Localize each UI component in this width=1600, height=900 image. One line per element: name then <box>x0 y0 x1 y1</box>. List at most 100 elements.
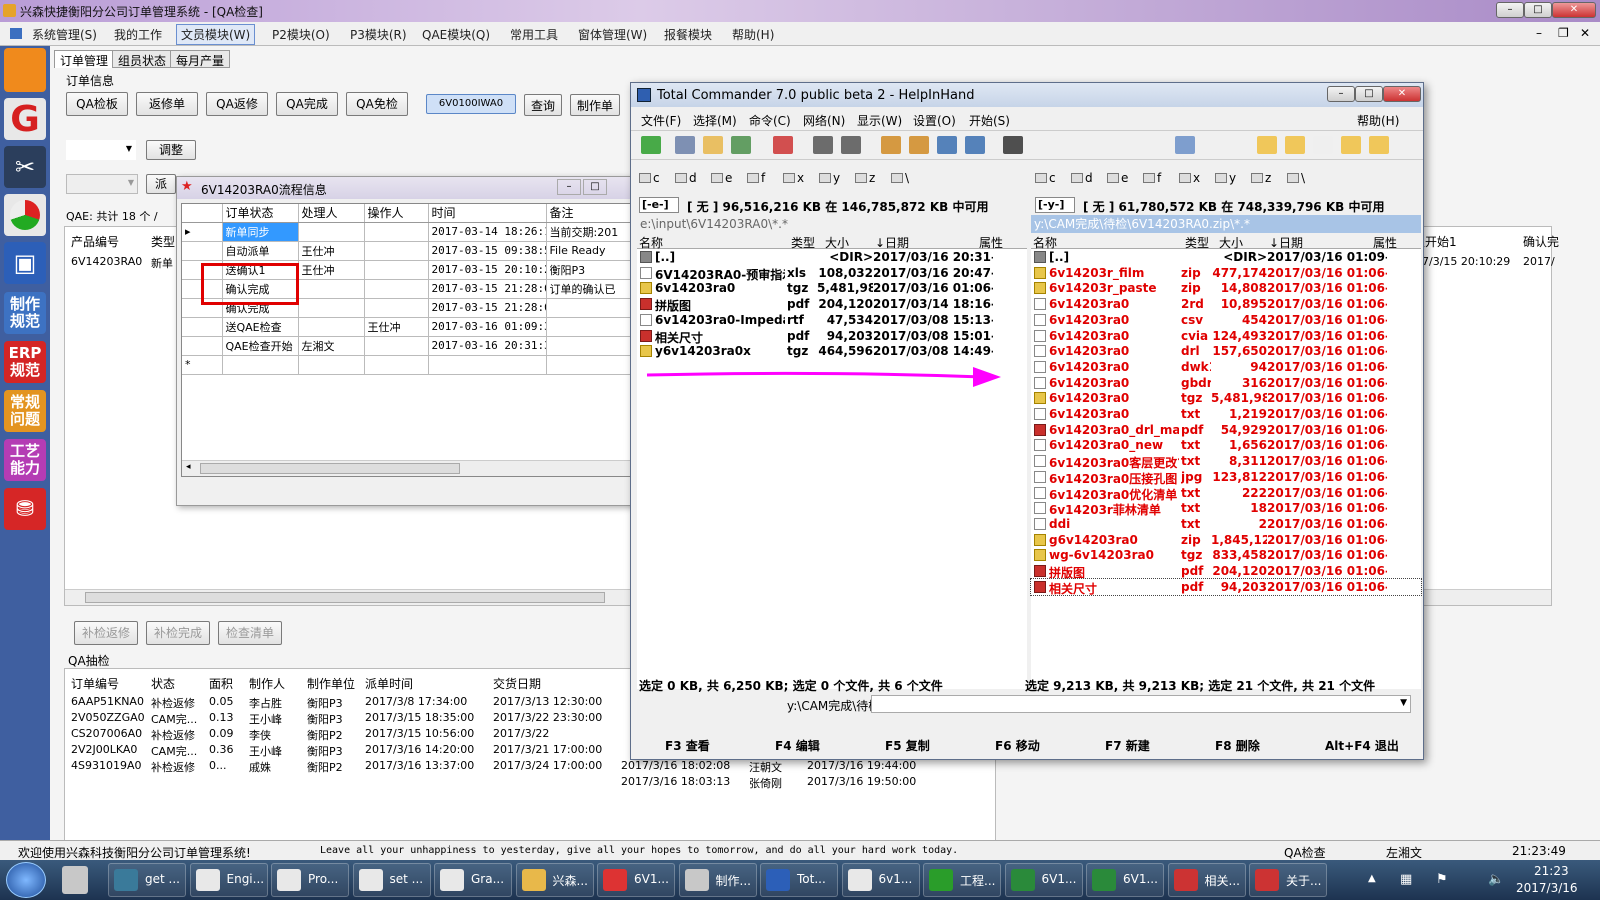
left-file-row[interactable]: 6v14203ra0-Impedanc..rtf 47,5342017/03/08… <box>637 312 1027 328</box>
taskbar-item-5[interactable]: 兴森... <box>515 863 594 897</box>
right-drive-y[interactable]: y <box>1229 171 1236 185</box>
flow-cell[interactable] <box>298 298 365 318</box>
product-no-value[interactable]: 6V14203RA0 <box>71 255 142 268</box>
right-file-row[interactable]: 6v14203ra0压接孔图 jpg 123,812 2017/03/16 01:06… <box>1031 469 1421 486</box>
right-file-row[interactable]: 6v14203r_film zip 477,1742017/03/16 01:06-… <box>1031 265 1421 281</box>
left-path[interactable]: e:\input\6V14203RA0\*.* <box>637 215 1027 233</box>
right-drive-d[interactable]: d <box>1085 171 1093 185</box>
qa-exempt-button[interactable]: QA免检 <box>346 92 408 116</box>
flow-cell[interactable]: QAE检查开始 <box>222 336 299 356</box>
menu-item-0[interactable]: 系统管理(S) <box>28 26 101 43</box>
flow-cell[interactable]: 2017-03-16 01:09:39 <box>428 317 547 337</box>
flow-cell[interactable]: 王仕冲 <box>298 241 365 261</box>
qa-cell[interactable]: 衡阳P3 <box>307 695 343 711</box>
taskbar-item-7[interactable]: 制作... <box>678 863 757 897</box>
qa-cell[interactable]: 4S931019A0 <box>71 759 142 772</box>
qa-cell[interactable]: 2017/3/21 17:00:00 <box>493 743 602 756</box>
flow-cell[interactable] <box>364 260 429 280</box>
qa-cell[interactable]: CS207006A0 <box>71 727 142 740</box>
flow-cell[interactable] <box>364 298 429 318</box>
left-file-row[interactable]: 相关尺寸pdf94,2032017/03/08 15:01-a- <box>637 328 1027 345</box>
flow-cell[interactable]: 自动派单 <box>222 241 299 261</box>
right-file-row[interactable]: 6v14203r_paste zip 14,8082017/03/16 01:06-… <box>1031 280 1421 296</box>
flow-cell[interactable]: 2017-03-15 09:38:54 <box>428 241 547 261</box>
filter-dropdown-2[interactable]: ▼ <box>66 174 138 194</box>
adjust-button[interactable]: 调整 <box>146 140 196 160</box>
menu-item-2[interactable]: 文员模块(W) <box>176 24 256 45</box>
flow-cell[interactable]: 2017-03-16 20:31:39 <box>428 336 547 356</box>
qa-cell[interactable]: 0.09 <box>209 727 234 740</box>
right-file-row[interactable]: 6v14203ra0客层更改?.. txt 8,311 2017/03/16 01:0… <box>1031 453 1421 470</box>
notepad-icon[interactable] <box>1175 136 1195 154</box>
qa-cell[interactable]: 0... <box>209 759 227 772</box>
taskbar-item-14[interactable]: 关于... <box>1249 863 1327 897</box>
left-file-row[interactable]: 6V14203RA0-预审指示 xls 108,032 2017/03/16 20:4… <box>637 265 1027 282</box>
menu-item-6[interactable]: 常用工具 <box>506 26 562 43</box>
taskbar-item-3[interactable]: set ... <box>352 863 431 897</box>
folder4-icon[interactable] <box>1369 136 1389 154</box>
ftp-icon[interactable] <box>937 136 957 154</box>
tc-menu-7[interactable]: 帮助(H) <box>1357 112 1399 129</box>
fkey-5[interactable]: F8 删除 <box>1215 737 1260 754</box>
right-path[interactable]: y:\CAM完成\待检\6V14203RA0.zip\*.* <box>1031 215 1421 233</box>
filter-icon[interactable] <box>773 136 793 154</box>
qa-complete-button[interactable]: QA完成 <box>276 92 338 116</box>
right-drive-e[interactable]: e <box>1121 171 1128 185</box>
qa-cell[interactable]: 6AAP51KNA0 <box>71 695 144 708</box>
tc-close-button[interactable]: ✕ <box>1383 86 1421 102</box>
right-file-row[interactable]: 6v14203ra0_new txt 1,6562017/03/16 01:06-a… <box>1031 437 1421 453</box>
left-drive-f[interactable]: f <box>761 171 765 185</box>
tc-minimize-button[interactable]: – <box>1327 86 1355 102</box>
qa-rework-button[interactable]: QA返修 <box>206 92 268 116</box>
qa-cell[interactable]: 2017/3/22 <box>493 727 549 740</box>
flow-cell[interactable] <box>364 241 429 261</box>
flow-minimize-icon[interactable]: – <box>557 179 581 195</box>
mdi-close-icon[interactable]: ✕ <box>1580 26 1590 40</box>
flow-maximize-icon[interactable]: □ <box>583 179 607 195</box>
flow-cell[interactable] <box>364 222 429 242</box>
unpack-icon[interactable] <box>909 136 929 154</box>
flow-cell[interactable]: 2017-03-14 18:26:19 <box>428 222 547 242</box>
left-drive-x[interactable]: x <box>797 171 804 185</box>
qa-cell[interactable]: 0.05 <box>209 695 234 708</box>
right-drive-select[interactable]: [-y-] <box>1035 197 1075 213</box>
qa-cell[interactable]: 补检返修 <box>151 695 195 711</box>
menu-item-8[interactable]: 报餐模块 <box>660 26 716 43</box>
flow-empty-cell[interactable] <box>364 355 429 375</box>
tc-menu-3[interactable]: 网络(N) <box>803 112 845 129</box>
brief-view-icon[interactable] <box>675 136 695 154</box>
right-file-row[interactable]: 6v14203ra0 tgz 5,481,9882017/03/16 01:06-a… <box>1031 390 1421 406</box>
left-btn-faq[interactable]: 常规问题 <box>4 390 46 432</box>
flow-empty-cell[interactable] <box>222 355 299 375</box>
qa-cell[interactable]: 2017/3/16 14:20:00 <box>365 743 474 756</box>
quick-tool-icon[interactable] <box>4 48 46 92</box>
close-button[interactable]: ✕ <box>1552 2 1596 18</box>
left-drive-e[interactable]: e <box>725 171 732 185</box>
flow-cell[interactable] <box>298 279 365 299</box>
tc-menu-2[interactable]: 命令(C) <box>749 112 791 129</box>
supplement-complete-button[interactable]: 补检完成 <box>146 621 210 645</box>
tc-menu-1[interactable]: 选择(M) <box>693 112 737 129</box>
left-drive-select[interactable]: [-e-] <box>639 197 679 213</box>
folder2-icon[interactable] <box>1285 136 1305 154</box>
calculator-icon[interactable] <box>62 866 88 894</box>
flow-cell[interactable]: 左湘文 <box>298 336 365 356</box>
flow-empty-cell[interactable] <box>298 355 365 375</box>
qa-cell[interactable]: 2V2J00LKA0 <box>71 743 137 756</box>
confirm-end-value[interactable]: 2017/ <box>1523 255 1555 268</box>
taskbar-item-2[interactable]: Pro... <box>271 863 349 897</box>
product-type-value[interactable]: 新单 <box>151 255 173 271</box>
menu-item-4[interactable]: P3模块(R) <box>346 26 411 43</box>
left-btn-spec[interactable]: 制作规范 <box>4 292 46 334</box>
right-file-row[interactable]: 6v14203ra0 txt 1,2192017/03/16 01:06-a- <box>1031 406 1421 422</box>
right-file-row[interactable]: 6v14203ra0 cvia124,4932017/03/16 01:06-a- <box>1031 328 1421 344</box>
qa-cell[interactable]: 2017/3/15 18:35:00 <box>365 711 474 724</box>
qa-cell[interactable]: 王小峰 <box>249 711 282 727</box>
tc-menu-5[interactable]: 设置(O) <box>913 112 956 129</box>
left-btn-erp[interactable]: ERP规范 <box>4 341 46 383</box>
tc-menu-6[interactable]: 开始(S) <box>969 112 1010 129</box>
right-file-row[interactable]: 6v14203ra0 dwk1 942017/03/16 01:06-a- <box>1031 359 1421 375</box>
full-view-icon[interactable] <box>703 136 723 154</box>
right-file-row[interactable]: 6v14203r菲林清单txt182017/03/16 01:06-a- <box>1031 500 1421 517</box>
thumbnail-icon[interactable] <box>731 136 751 154</box>
